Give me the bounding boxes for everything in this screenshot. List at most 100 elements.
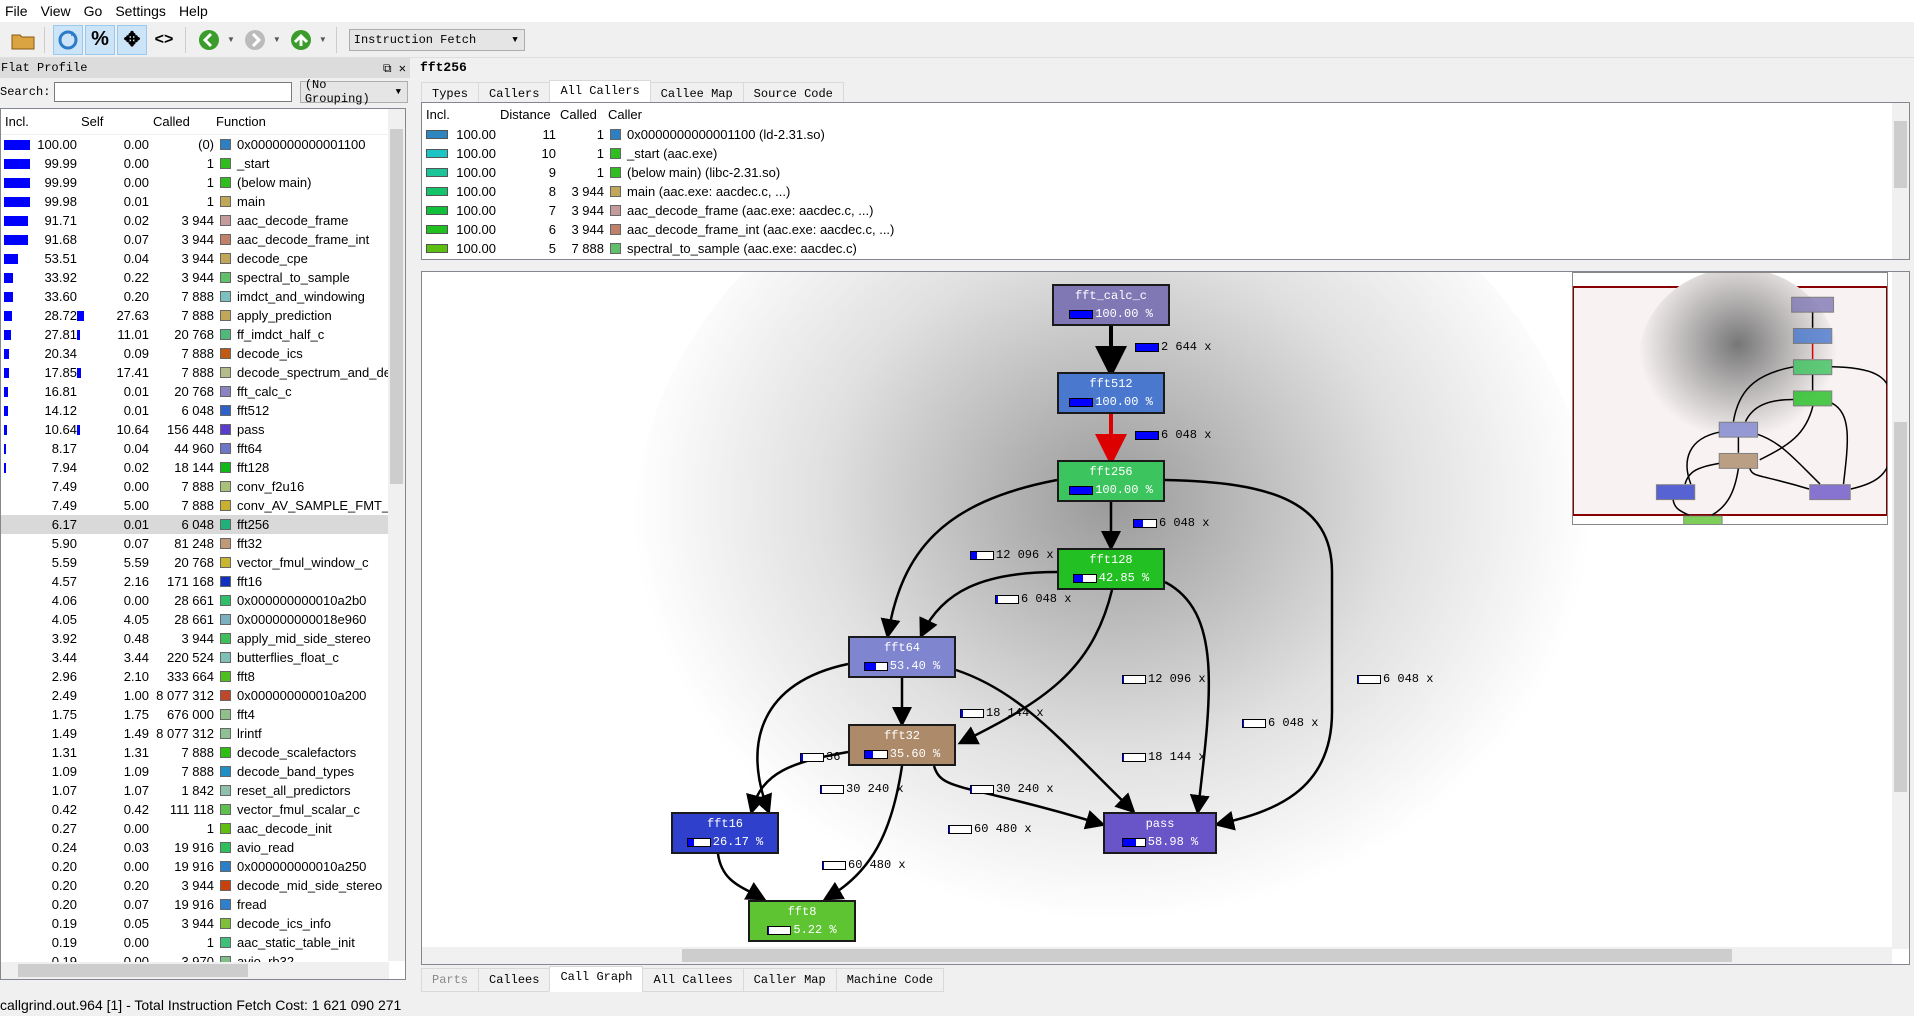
- edge-label[interactable]: 12 096 x: [1122, 672, 1206, 686]
- forward-icon[interactable]: [240, 25, 270, 55]
- tab-machine-code[interactable]: Machine Code: [835, 968, 945, 992]
- table-row[interactable]: 100.00 6 3 944 aac_decode_frame_int (aac.ex…: [422, 220, 1909, 239]
- node-fft512[interactable]: fft512 100.00 %: [1057, 372, 1165, 414]
- scroll-thumb[interactable]: [1894, 121, 1907, 188]
- all-callers-table[interactable]: Incl. Distance Called Caller 100.00 11 1 0x…: [421, 102, 1910, 260]
- vertical-scrollbar[interactable]: [1892, 103, 1909, 259]
- edge-label[interactable]: 60 480 x: [948, 822, 1032, 836]
- back-dropdown-icon[interactable]: ▼: [227, 35, 235, 44]
- table-row[interactable]: 16.81 0.01 20 768 fft_calc_c: [1, 382, 405, 401]
- node-fft32[interactable]: fft32 35.60 %: [848, 724, 956, 766]
- scroll-thumb[interactable]: [682, 949, 1732, 962]
- table-row[interactable]: 7.94 0.02 18 144 fft128: [1, 458, 405, 477]
- table-row[interactable]: 2.96 2.10 333 664 fft8: [1, 667, 405, 686]
- edge-label[interactable]: 12 096 x: [970, 548, 1054, 562]
- table-row[interactable]: 0.20 0.00 19 916 0x000000000010a250: [1, 857, 405, 876]
- menu-file[interactable]: File: [5, 3, 28, 19]
- table-row[interactable]: 100.00 8 3 944 main (aac.exe: aacdec.c, ...…: [422, 182, 1909, 201]
- edge-label[interactable]: 6 048 x: [1242, 716, 1318, 730]
- tab-call-graph[interactable]: Call Graph: [549, 966, 644, 992]
- table-row[interactable]: 99.98 0.01 1 main: [1, 192, 405, 211]
- table-row[interactable]: 100.00 7 3 944 aac_decode_frame (aac.exe: a…: [422, 201, 1909, 220]
- table-row[interactable]: 100.00 11 1 0x0000000000001100 (ld-2.31.so): [422, 125, 1909, 144]
- col-incl[interactable]: Incl.: [1, 114, 77, 129]
- table-row[interactable]: 1.07 1.07 1 842 reset_all_predictors: [1, 781, 405, 800]
- node-fft16[interactable]: fft16 26.17 %: [671, 812, 779, 854]
- horizontal-scrollbar[interactable]: [1, 962, 389, 979]
- col-self[interactable]: Self: [77, 114, 149, 129]
- edge-label[interactable]: 6 048 x: [995, 592, 1071, 606]
- cycle-detection-icon[interactable]: [53, 24, 83, 55]
- table-row[interactable]: 1.09 1.09 7 888 decode_band_types: [1, 762, 405, 781]
- grouping-select[interactable]: (No Grouping) ▼: [299, 78, 408, 106]
- table-row[interactable]: 53.51 0.04 3 944 decode_cpe: [1, 249, 405, 268]
- vertical-scrollbar[interactable]: [1892, 272, 1909, 949]
- table-row[interactable]: 7.49 0.00 7 888 conv_f2u16: [1, 477, 405, 496]
- edge-label[interactable]: 6 048 x: [1135, 428, 1211, 442]
- table-row[interactable]: 27.81 11.01 20 768 ff_imdct_half_c: [1, 325, 405, 344]
- tab-caller-map[interactable]: Caller Map: [742, 968, 837, 992]
- table-row[interactable]: 20.34 0.09 7 888 decode_ics: [1, 344, 405, 363]
- table-row[interactable]: 4.06 0.00 28 661 0x000000000010a2b0: [1, 591, 405, 610]
- menu-help[interactable]: Help: [179, 3, 208, 19]
- table-row[interactable]: 3.44 3.44 220 524 butterflies_float_c: [1, 648, 405, 667]
- table-row[interactable]: 2.49 1.00 8 077 312 0x000000000010a200: [1, 686, 405, 705]
- open-folder-icon[interactable]: [8, 25, 38, 55]
- table-row[interactable]: 4.57 2.16 171 168 fft16: [1, 572, 405, 591]
- table-row[interactable]: 5.90 0.07 81 248 fft32: [1, 534, 405, 553]
- table-row[interactable]: 33.60 0.20 7 888 imdct_and_windowing: [1, 287, 405, 306]
- tab-callees[interactable]: Callees: [478, 968, 551, 992]
- node-pass[interactable]: pass 58.98 %: [1103, 812, 1217, 854]
- table-row[interactable]: 3.92 0.48 3 944 apply_mid_side_stereo: [1, 629, 405, 648]
- table-row[interactable]: 91.71 0.02 3 944 aac_decode_frame: [1, 211, 405, 230]
- edge-label[interactable]: 60 480 x: [822, 858, 906, 872]
- forward-dropdown-icon[interactable]: ▼: [273, 35, 281, 44]
- table-row[interactable]: 0.42 0.42 111 118 vector_fmul_scalar_c: [1, 800, 405, 819]
- table-row[interactable]: 28.72 27.63 7 888 apply_prediction: [1, 306, 405, 325]
- node-fft128[interactable]: fft128 42.85 %: [1057, 548, 1165, 590]
- node-fft_calc_c[interactable]: fft_calc_c 100.00 %: [1052, 284, 1170, 326]
- edge-label[interactable]: 2 644 x: [1135, 340, 1211, 354]
- scroll-thumb[interactable]: [390, 129, 403, 484]
- table-row[interactable]: 4.05 4.05 28 661 0x000000000018e960: [1, 610, 405, 629]
- table-row[interactable]: 8.17 0.04 44 960 fft64: [1, 439, 405, 458]
- edge-label[interactable]: 18 144 x: [1122, 750, 1206, 764]
- close-icon[interactable]: ✕: [399, 62, 406, 76]
- search-input[interactable]: [54, 82, 292, 102]
- float-dock-icon[interactable]: ⧉: [383, 62, 392, 76]
- table-row[interactable]: 0.27 0.00 1 aac_decode_init: [1, 819, 405, 838]
- table-row[interactable]: 17.85 17.41 7 888 decode_spectrum_and_dequ.…: [1, 363, 405, 382]
- table-row[interactable]: 91.68 0.07 3 944 aac_decode_frame_int: [1, 230, 405, 249]
- node-fft256[interactable]: fft256 100.00 %: [1057, 460, 1165, 502]
- table-row[interactable]: 99.99 0.00 1 (below main): [1, 173, 405, 192]
- edge-label[interactable]: 30 240 x: [970, 782, 1054, 796]
- col-incl[interactable]: Incl.: [422, 107, 496, 122]
- table-row[interactable]: 33.92 0.22 3 944 spectral_to_sample: [1, 268, 405, 287]
- tab-parts[interactable]: Parts: [421, 968, 480, 992]
- table-row[interactable]: 100.00 10 1 _start (aac.exe): [422, 144, 1909, 163]
- table-row[interactable]: 1.49 1.49 8 077 312 lrintf: [1, 724, 405, 743]
- table-row[interactable]: 5.59 5.59 20 768 vector_fmul_window_c: [1, 553, 405, 572]
- col-called[interactable]: Called: [149, 114, 212, 129]
- table-row[interactable]: 6.17 0.01 6 048 fft256: [1, 515, 405, 534]
- table-row[interactable]: 0.19 0.00 1 aac_static_table_init: [1, 933, 405, 952]
- menu-view[interactable]: View: [41, 3, 71, 19]
- table-row[interactable]: 10.64 10.64 156 448 pass: [1, 420, 405, 439]
- table-row[interactable]: 100.00 0.00 (0) 0x0000000000001100: [1, 135, 405, 154]
- table-row[interactable]: 14.12 0.01 6 048 fft512: [1, 401, 405, 420]
- edge-label[interactable]: 6 048 x: [1357, 672, 1433, 686]
- vertical-scrollbar[interactable]: [388, 109, 405, 961]
- table-row[interactable]: 1.75 1.75 676 000 fft4: [1, 705, 405, 724]
- table-row[interactable]: 100.00 5 7 888 spectral_to_sample (aac.exe:…: [422, 239, 1909, 258]
- flat-profile-table[interactable]: Incl. Self Called Function 100.00 0.00 (0)…: [0, 108, 406, 980]
- table-row[interactable]: 7.49 5.00 7 888 conv_AV_SAMPLE_FMT_FLT_t...: [1, 496, 405, 515]
- node-fft8[interactable]: fft8 5.22 %: [748, 900, 856, 942]
- col-function[interactable]: Function: [212, 114, 266, 129]
- scroll-thumb[interactable]: [1894, 422, 1907, 792]
- node-fft64[interactable]: fft64 53.40 %: [848, 636, 956, 678]
- scroll-thumb[interactable]: [18, 964, 248, 977]
- graph-overview-minimap[interactable]: [1572, 268, 1892, 532]
- edge-fft16-to-fft8[interactable]: [716, 853, 767, 901]
- back-icon[interactable]: [194, 25, 224, 55]
- table-row[interactable]: 100.00 9 1 (below main) (libc-2.31.so): [422, 163, 1909, 182]
